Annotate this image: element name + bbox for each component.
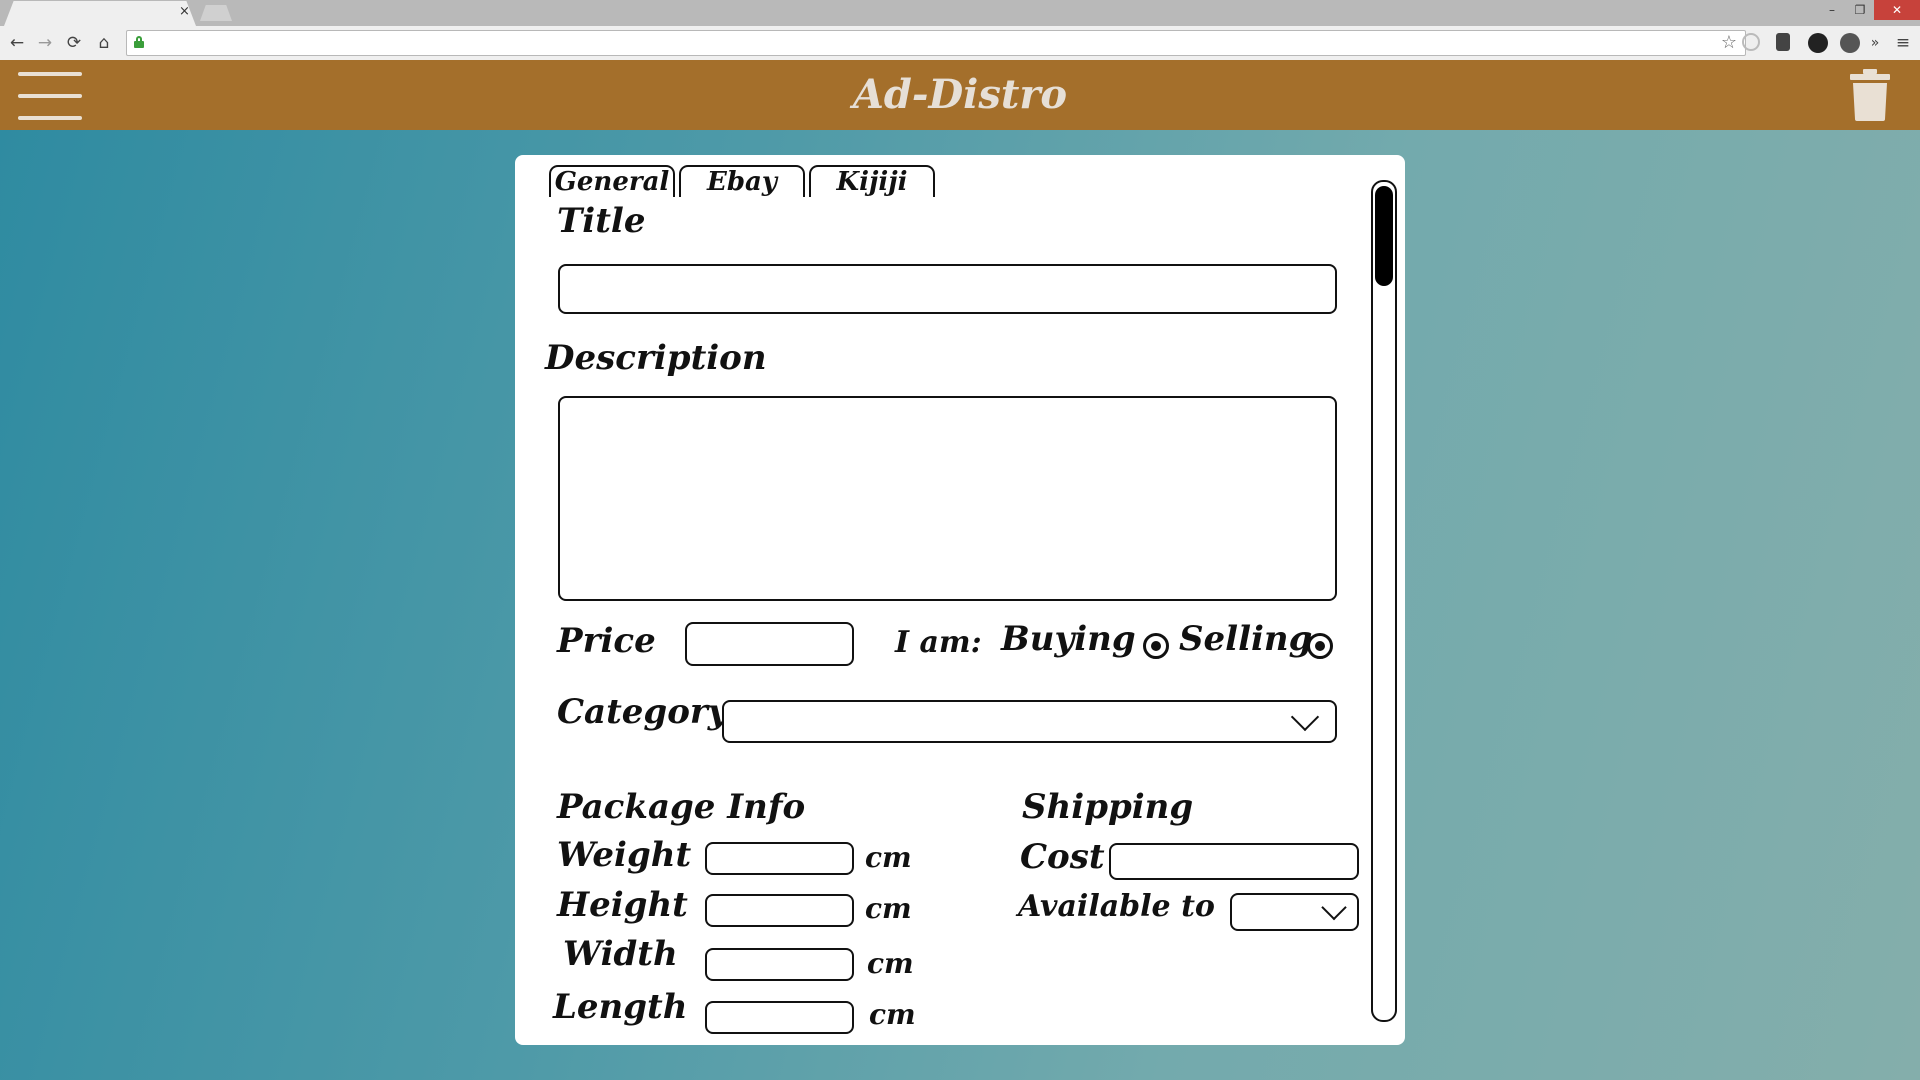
selling-radio[interactable] bbox=[1307, 633, 1333, 659]
available-to-label: Available to bbox=[1018, 889, 1215, 924]
title-input[interactable] bbox=[558, 264, 1337, 314]
weight-label: Weight bbox=[557, 835, 692, 875]
price-input[interactable] bbox=[685, 622, 854, 666]
category-label: Category bbox=[557, 692, 728, 732]
browser-menu-icon[interactable]: ≡ bbox=[1892, 32, 1914, 54]
back-icon[interactable]: ← bbox=[6, 32, 28, 54]
height-label: Height bbox=[557, 885, 688, 925]
shipping-cost-input[interactable] bbox=[1109, 843, 1359, 880]
package-info-heading: Package Info bbox=[557, 787, 806, 827]
app-title: Ad-Distro bbox=[852, 71, 1068, 118]
minimize-button[interactable]: – bbox=[1818, 0, 1846, 20]
extension-phone-icon[interactable] bbox=[1776, 33, 1790, 51]
tab-kijiji[interactable]: Kijiji bbox=[809, 165, 935, 197]
new-tab-button[interactable] bbox=[200, 5, 232, 21]
width-unit: cm bbox=[867, 947, 914, 980]
browser-toolbar: ← → ⟳ ⌂ ☆ » ≡ bbox=[0, 26, 1920, 61]
price-label: Price bbox=[557, 621, 656, 661]
description-label: Description bbox=[545, 338, 767, 378]
buying-label: Buying bbox=[1001, 619, 1136, 659]
forward-icon[interactable]: → bbox=[34, 32, 56, 54]
cost-label: Cost bbox=[1020, 837, 1105, 877]
height-input[interactable] bbox=[705, 894, 854, 927]
i-am-label: I am: bbox=[895, 625, 982, 660]
buying-radio[interactable] bbox=[1143, 633, 1169, 659]
category-select[interactable] bbox=[722, 700, 1337, 743]
weight-unit: cm bbox=[865, 841, 912, 874]
maximize-button[interactable]: ❐ bbox=[1846, 0, 1874, 20]
browser-tabstrip: × – ❐ ✕ bbox=[0, 0, 1920, 26]
bookmark-star-icon[interactable]: ☆ bbox=[1721, 32, 1737, 53]
form-scrollbar[interactable] bbox=[1371, 180, 1397, 1022]
weight-input[interactable] bbox=[705, 842, 854, 875]
width-input[interactable] bbox=[705, 948, 854, 981]
home-icon[interactable]: ⌂ bbox=[93, 32, 115, 54]
chevron-down-icon bbox=[1321, 894, 1347, 921]
length-input[interactable] bbox=[705, 1001, 854, 1034]
close-window-button[interactable]: ✕ bbox=[1874, 0, 1920, 20]
selling-label: Selling bbox=[1179, 619, 1313, 659]
app-header: Ad-Distro bbox=[0, 60, 1920, 130]
extension-circle-icon[interactable] bbox=[1808, 33, 1828, 53]
address-bar[interactable]: ☆ bbox=[126, 30, 1746, 56]
chevron-down-icon bbox=[1290, 702, 1320, 731]
length-label: Length bbox=[553, 987, 688, 1027]
close-tab-icon[interactable]: × bbox=[179, 4, 190, 19]
scrollbar-thumb[interactable] bbox=[1375, 186, 1393, 286]
height-unit: cm bbox=[865, 892, 912, 925]
title-label: Title bbox=[557, 201, 646, 241]
ad-form-card: General Ebay Kijiji Title Description Pr… bbox=[515, 155, 1405, 1045]
tab-ebay[interactable]: Ebay bbox=[679, 165, 805, 197]
extensions-overflow-icon[interactable]: » bbox=[1864, 32, 1886, 54]
extension-globe-icon[interactable] bbox=[1840, 33, 1860, 53]
length-unit: cm bbox=[869, 998, 916, 1031]
description-textarea[interactable] bbox=[558, 396, 1337, 601]
shipping-heading: Shipping bbox=[1022, 787, 1194, 827]
browser-tab[interactable] bbox=[4, 1, 196, 26]
available-to-select[interactable] bbox=[1230, 893, 1359, 931]
tab-general[interactable]: General bbox=[549, 165, 675, 197]
trash-icon[interactable] bbox=[1850, 69, 1890, 121]
reload-icon[interactable]: ⟳ bbox=[63, 32, 85, 54]
lock-icon bbox=[134, 36, 144, 48]
width-label: Width bbox=[563, 934, 678, 974]
extension-icon[interactable] bbox=[1742, 33, 1760, 51]
